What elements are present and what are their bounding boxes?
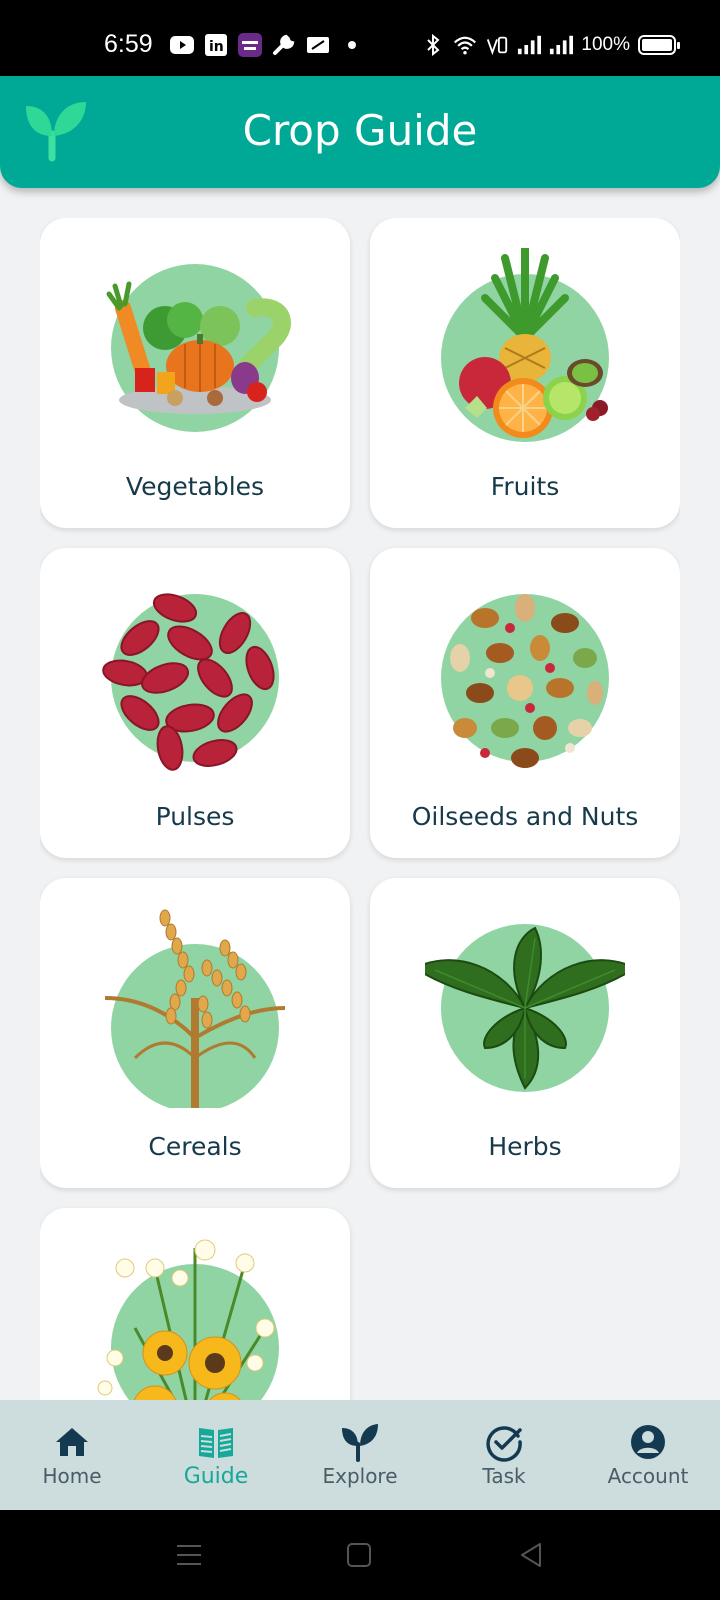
- category-label: Herbs: [488, 1132, 562, 1161]
- status-time: 6:59: [104, 30, 153, 58]
- category-label: Vegetables: [125, 472, 265, 501]
- nav-item-guide[interactable]: Guide: [144, 1400, 288, 1510]
- nav-label: Task: [482, 1464, 526, 1488]
- card-icon: [306, 35, 330, 55]
- category-card-pulses[interactable]: Pulses: [40, 548, 350, 858]
- nav-item-home[interactable]: Home: [0, 1400, 144, 1510]
- battery-icon: [638, 35, 680, 55]
- svg-text:in: in: [209, 39, 224, 55]
- bluetooth-icon: [421, 33, 445, 57]
- wrench-icon: [272, 34, 296, 55]
- notification-icons: in: [170, 30, 364, 60]
- vegetables-illustration: [106, 264, 291, 432]
- herbs-illustration: [425, 924, 625, 1092]
- battery-percent: 100%: [581, 34, 630, 55]
- category-card-cereals[interactable]: Cereals: [40, 878, 350, 1188]
- yono-sbi-icon: [238, 33, 262, 57]
- linkedin-icon: in: [204, 34, 228, 56]
- category-card-oilseeds-and-nuts[interactable]: Oilseeds and Nuts: [370, 548, 680, 858]
- category-card-herbs[interactable]: Herbs: [370, 878, 680, 1188]
- category-label: Oilseeds and Nuts: [411, 802, 639, 831]
- flowers-illustration: [97, 1239, 279, 1400]
- book-icon: [199, 1428, 233, 1458]
- back-triangle-icon[interactable]: [516, 1540, 546, 1570]
- sprout-icon: [342, 1424, 378, 1462]
- signal-icon: [517, 35, 542, 55]
- category-grid: Vegetables Fruits Pulses Oilseeds and Nu…: [40, 218, 680, 1400]
- category-card-vegetables[interactable]: Vegetables: [40, 218, 350, 528]
- nav-item-account[interactable]: Account: [576, 1400, 720, 1510]
- volte-icon: [485, 35, 509, 56]
- signal-icon: [549, 35, 574, 55]
- category-label: Pulses: [155, 802, 235, 831]
- system-navigation-bar: [0, 1510, 720, 1600]
- page-title: Crop Guide: [242, 106, 478, 155]
- check-circle-icon: [486, 1426, 522, 1462]
- menu-icon[interactable]: [174, 1540, 204, 1570]
- category-card-fruits[interactable]: Fruits: [370, 218, 680, 528]
- category-label: Cereals: [148, 1132, 242, 1161]
- account-icon: [631, 1425, 665, 1459]
- nav-item-task[interactable]: Task: [432, 1400, 576, 1510]
- status-bar: 6:59 in 100%: [0, 0, 720, 76]
- nav-label: Account: [607, 1464, 689, 1488]
- fruits-illustration: [441, 248, 609, 442]
- cereals-illustration: [104, 909, 286, 1108]
- square-icon[interactable]: [344, 1540, 374, 1570]
- nav-item-explore[interactable]: Explore: [288, 1400, 432, 1510]
- category-card-flowers[interactable]: [40, 1208, 350, 1400]
- nav-label: Home: [42, 1464, 102, 1488]
- youtube-icon: [170, 35, 194, 55]
- home-icon: [56, 1428, 88, 1456]
- system-status-icons: 100%: [421, 30, 680, 60]
- bottom-navigation: Home Guide Explore Task Account: [0, 1400, 720, 1510]
- nuts-illustration: [441, 594, 609, 768]
- nav-label: Guide: [183, 1464, 249, 1489]
- wifi-icon: [453, 35, 477, 55]
- app-header: Crop Guide: [0, 76, 720, 188]
- category-label: Fruits: [490, 472, 560, 501]
- dot-icon: [340, 35, 364, 55]
- nav-label: Explore: [322, 1464, 398, 1488]
- pulses-illustration: [102, 593, 279, 771]
